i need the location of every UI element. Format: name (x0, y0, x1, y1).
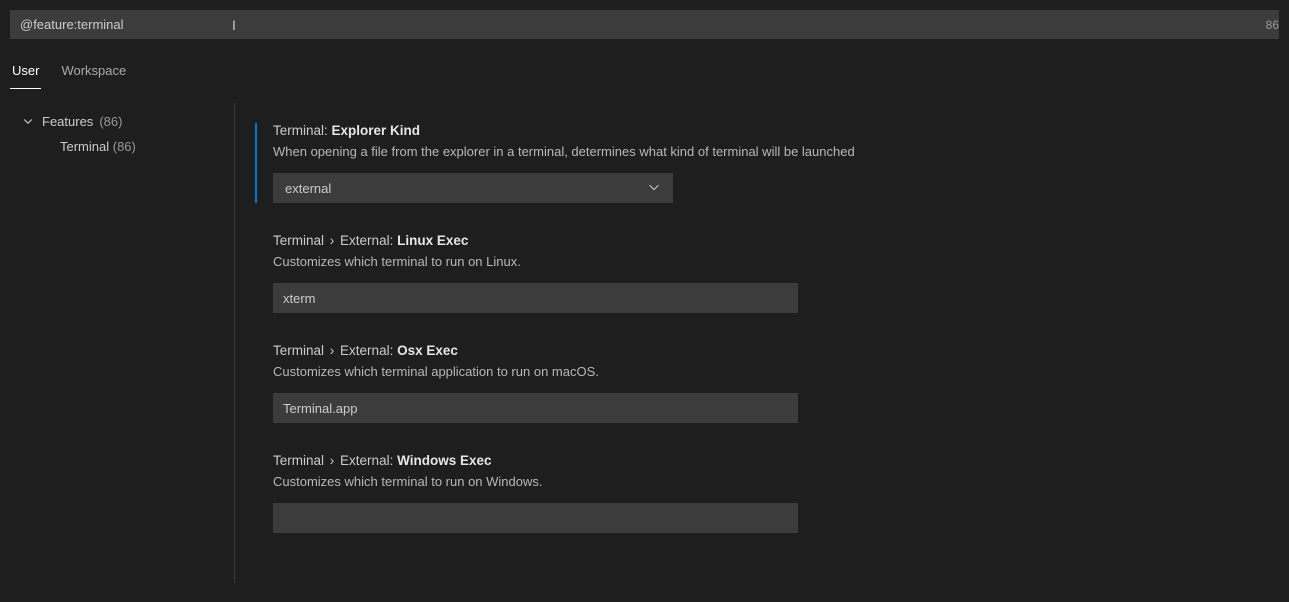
settings-scope-tabs: User Workspace (0, 39, 1289, 89)
select-value: external (285, 181, 331, 196)
setting-input-windows-exec[interactable] (273, 503, 798, 533)
setting-prefix: Terminal (273, 343, 324, 358)
setting-description: Customizes which terminal application to… (273, 364, 1269, 379)
setting-name: Windows Exec (397, 453, 491, 468)
sidebar-item-label: Terminal (60, 139, 109, 154)
setting-description: Customizes which terminal to run on Wind… (273, 474, 1269, 489)
setting-title: Terminal › External: Windows Exec (273, 453, 1269, 468)
setting-input-linux-exec[interactable] (273, 283, 798, 313)
setting-prefix: Terminal (273, 453, 324, 468)
setting-mid: External: (340, 453, 393, 468)
settings-tree: Features (86) Terminal (86) (0, 103, 235, 583)
setting-prefix: Terminal: (273, 123, 328, 138)
sidebar-item-count: (86) (113, 139, 136, 154)
setting-sep: › (328, 343, 337, 358)
tab-workspace[interactable]: Workspace (59, 57, 128, 89)
setting-item: Terminal: Explorer Kind When opening a f… (255, 123, 1269, 203)
sidebar-group-count: (86) (99, 114, 122, 129)
chevron-down-icon (20, 113, 36, 129)
setting-item: Terminal › External: Osx Exec Customizes… (255, 343, 1269, 423)
settings-content: Features (86) Terminal (86) Terminal: Ex… (0, 103, 1289, 583)
setting-description: Customizes which terminal to run on Linu… (273, 254, 1269, 269)
tab-user[interactable]: User (10, 57, 41, 89)
setting-prefix: Terminal (273, 233, 324, 248)
setting-name: Linux Exec (397, 233, 468, 248)
setting-sep: › (328, 453, 337, 468)
sidebar-group-features[interactable]: Features (86) (20, 109, 224, 133)
setting-mid: External: (340, 343, 393, 358)
search-result-count: 86 (1266, 18, 1279, 32)
setting-input-osx-exec[interactable] (273, 393, 798, 423)
setting-title: Terminal › External: Osx Exec (273, 343, 1269, 358)
setting-name: Osx Exec (397, 343, 458, 358)
settings-search-input[interactable] (20, 17, 1269, 32)
sidebar-item-terminal[interactable]: Terminal (86) (20, 133, 224, 158)
settings-list: Terminal: Explorer Kind When opening a f… (235, 103, 1289, 583)
setting-item: Terminal › External: Windows Exec Custom… (255, 453, 1269, 533)
settings-search-bar[interactable]: I 86 (10, 10, 1279, 39)
setting-title: Terminal › External: Linux Exec (273, 233, 1269, 248)
setting-select-explorer-kind[interactable]: external (273, 173, 673, 203)
setting-item: Terminal › External: Linux Exec Customiz… (255, 233, 1269, 313)
chevron-down-icon (647, 180, 661, 197)
setting-name: Explorer Kind (332, 123, 421, 138)
sidebar-group-label: Features (42, 114, 93, 129)
setting-mid: External: (340, 233, 393, 248)
setting-title: Terminal: Explorer Kind (273, 123, 1269, 138)
setting-sep: › (328, 233, 337, 248)
setting-description: When opening a file from the explorer in… (273, 144, 1269, 159)
